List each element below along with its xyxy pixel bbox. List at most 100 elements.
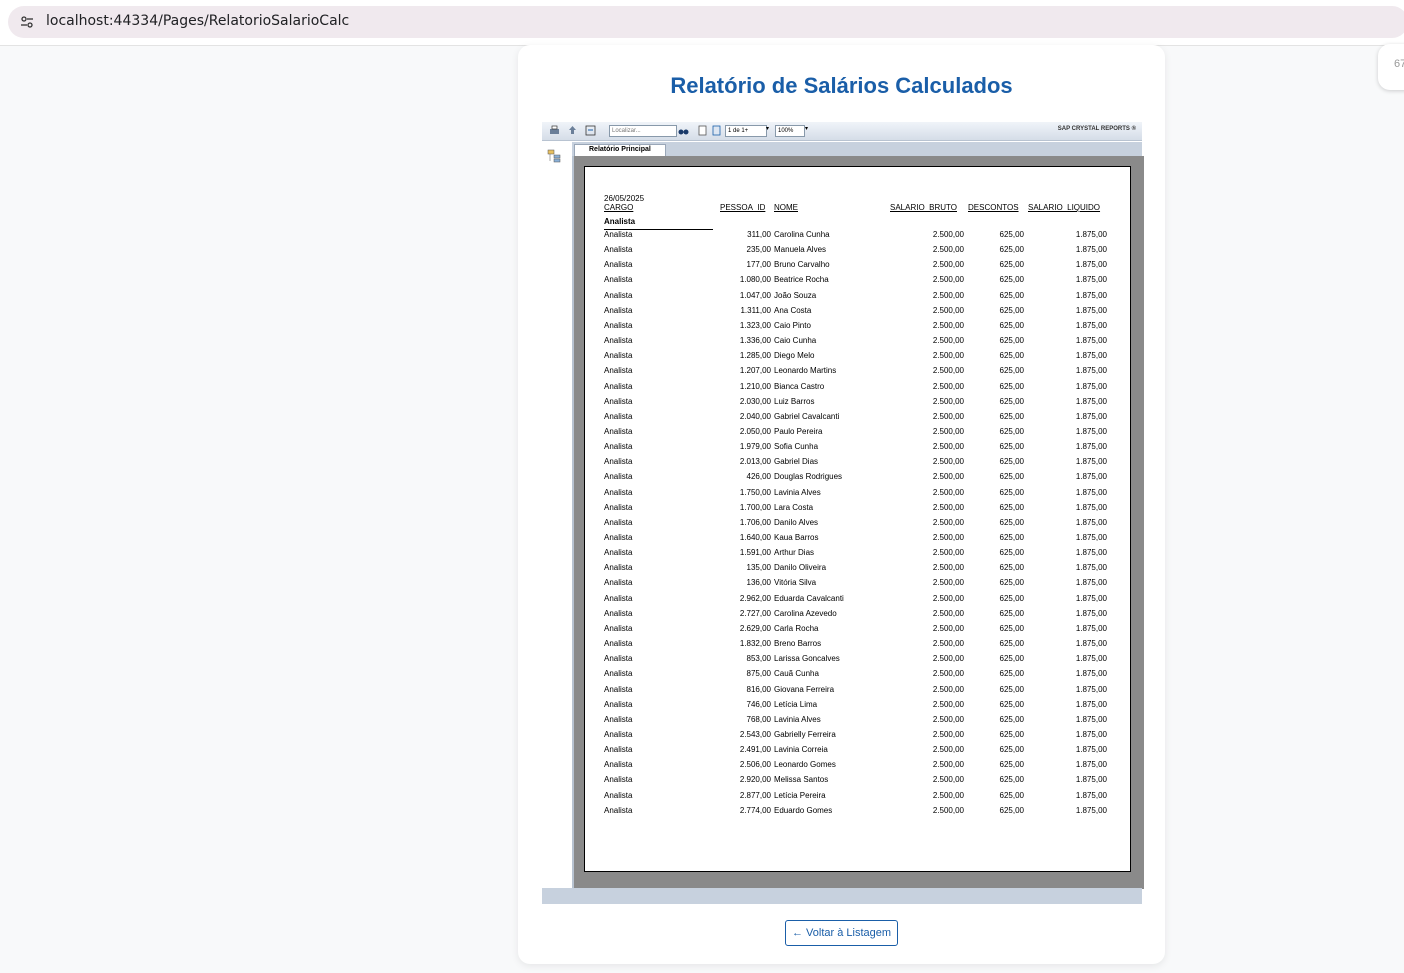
cell-cargo: Analista	[604, 472, 633, 482]
cell-salario-liquido: 1.875,00	[1075, 351, 1107, 361]
cell-pessoa-id: 1.323,00	[739, 320, 771, 330]
table-row: Analista 1.640,00 Kaua Barros 2.500,00 625,0…	[585, 533, 1130, 548]
url-text: localhost:44334/Pages/RelatorioSalarioCa…	[46, 13, 350, 29]
print-icon[interactable]	[548, 124, 561, 137]
cell-pessoa-id: 311,00	[747, 230, 771, 239]
cell-salario-liquido: 1.875,00	[1075, 593, 1107, 603]
table-row: Analista 177,00 Bruno Carvalho 2.500,00 625,…	[585, 260, 1130, 275]
cell-salario-bruto: 2.500,00	[932, 426, 964, 436]
table-row: Analista 875,00 Cauã Cunha 2.500,00 625,00 1.…	[585, 669, 1130, 684]
cell-cargo: Analista	[604, 745, 633, 755]
cell-salario-bruto: 2.500,00	[932, 290, 964, 300]
cell-salario-liquido: 1.875,00	[1075, 639, 1107, 649]
cell-salario-liquido: 1.875,00	[1075, 623, 1107, 633]
cell-descontos: 625,00	[999, 548, 1024, 558]
header-salario-liquido: SALARIO_LIQUIDO	[1028, 203, 1101, 212]
cell-cargo: Analista	[604, 729, 633, 739]
binoculars-icon[interactable]	[677, 124, 690, 137]
crystal-reports-brand: SAP CRYSTAL REPORTS ®	[1057, 126, 1136, 132]
side-panel-tab[interactable]: 67	[1378, 44, 1404, 90]
cell-salario-bruto: 2.500,00	[932, 320, 964, 330]
cell-nome: Leonardo Gomes	[774, 760, 836, 770]
cell-nome: Leonardo Martins	[774, 366, 837, 376]
cell-salario-liquido: 1.875,00	[1075, 608, 1107, 618]
cell-nome: Cauã Cunha	[774, 669, 819, 679]
cell-pessoa-id: 2.920,00	[739, 775, 771, 785]
cell-descontos: 625,00	[999, 426, 1024, 436]
cell-salario-bruto: 2.500,00	[932, 275, 964, 285]
cell-descontos: 625,00	[999, 517, 1024, 527]
header-descontos: DESCONTOS	[968, 203, 1019, 212]
cell-pessoa-id: 2.050,00	[739, 426, 771, 436]
cell-cargo: Analista	[604, 714, 633, 724]
cell-cargo: Analista	[604, 517, 633, 527]
cell-salario-bruto: 2.500,00	[932, 396, 964, 406]
zoom-dropdown-icon[interactable]: ▾	[805, 125, 808, 132]
cell-salario-liquido: 1.875,00	[1075, 714, 1107, 724]
cell-nome: Larissa Goncalves	[774, 654, 840, 664]
cell-pessoa-id: 768,00	[746, 714, 771, 724]
cell-nome: Gabriel Cavalcanti	[774, 411, 840, 421]
group-tree-pane	[542, 142, 572, 888]
cell-nome: Lavinia Correia	[774, 745, 828, 755]
cell-pessoa-id: 1.706,00	[739, 517, 771, 527]
cell-salario-liquido: 1.875,00	[1075, 563, 1107, 573]
page-dropdown-icon[interactable]: ▾	[766, 125, 769, 132]
cell-cargo: Analista	[604, 502, 633, 512]
tree-node-icon[interactable]	[547, 149, 561, 163]
cell-salario-liquido: 1.875,00	[1075, 805, 1107, 815]
cell-cargo: Analista	[604, 260, 633, 270]
cell-salario-bruto: 2.500,00	[932, 260, 964, 270]
cell-salario-bruto: 2.500,00	[932, 563, 964, 573]
cell-salario-liquido: 1.875,00	[1075, 760, 1107, 770]
cell-descontos: 625,00	[999, 411, 1024, 421]
cell-descontos: 625,00	[999, 457, 1024, 467]
cell-descontos: 625,00	[999, 245, 1024, 255]
table-row: Analista 853,00 Larissa Goncalves 2.500,00 6…	[585, 654, 1130, 669]
group-tree-icon[interactable]	[584, 124, 597, 137]
cell-pessoa-id: 1.750,00	[739, 487, 771, 497]
browser-address-bar: localhost:44334/Pages/RelatorioSalarioCa…	[0, 0, 1404, 46]
cell-descontos: 625,00	[999, 502, 1024, 512]
cell-cargo: Analista	[604, 578, 633, 588]
cell-salario-bruto: 2.500,00	[932, 593, 964, 603]
cell-descontos: 625,00	[999, 260, 1024, 270]
back-to-list-button[interactable]: ← Voltar à Listagem	[785, 920, 898, 946]
cell-pessoa-id: 2.543,00	[739, 729, 771, 739]
cell-pessoa-id: 853,00	[746, 654, 771, 664]
table-row: Analista 2.050,00 Paulo Pereira 2.500,00 625…	[585, 427, 1130, 442]
cell-pessoa-id: 1.207,00	[739, 366, 771, 376]
cell-salario-liquido: 1.875,00	[1075, 366, 1107, 376]
page-selector[interactable]: 1 de 1+	[725, 125, 767, 137]
cell-salario-bruto: 2.500,00	[932, 639, 964, 649]
table-row: Analista 1.210,00 Bianca Castro 2.500,00 625…	[585, 382, 1130, 397]
cell-salario-bruto: 2.500,00	[932, 745, 964, 755]
cell-salario-bruto: 2.500,00	[932, 623, 964, 633]
cell-nome: Melissa Santos	[774, 775, 829, 785]
next-page-icon[interactable]	[710, 124, 723, 137]
cell-pessoa-id: 1.210,00	[739, 381, 771, 391]
site-settings-icon[interactable]	[20, 15, 34, 29]
first-page-icon[interactable]	[696, 124, 709, 137]
cell-pessoa-id: 2.877,00	[739, 790, 771, 800]
cell-salario-bruto: 2.500,00	[932, 699, 964, 709]
cell-salario-bruto: 2.500,00	[932, 654, 964, 664]
export-icon[interactable]	[566, 124, 579, 137]
search-input[interactable]: Localizar...	[609, 125, 677, 137]
cell-cargo: Analista	[604, 442, 633, 452]
cell-salario-liquido: 1.875,00	[1075, 502, 1107, 512]
cell-salario-liquido: 1.875,00	[1075, 775, 1107, 785]
cell-salario-bruto: 2.500,00	[932, 472, 964, 482]
table-row: Analista 1.047,00 João Souza 2.500,00 625,00…	[585, 291, 1130, 306]
zoom-selector[interactable]: 100%	[775, 125, 805, 137]
cell-salario-liquido: 1.875,00	[1075, 729, 1107, 739]
cell-salario-liquido: 1.875,00	[1075, 442, 1107, 452]
cell-salario-liquido: 1.875,00	[1075, 533, 1107, 542]
cell-descontos: 625,00	[999, 351, 1024, 361]
cell-pessoa-id: 2.774,00	[739, 805, 771, 815]
table-row: Analista 1.832,00 Breno Barros 2.500,00 625,…	[585, 639, 1130, 654]
url-field[interactable]: localhost:44334/Pages/RelatorioSalarioCa…	[8, 6, 1404, 38]
cell-salario-liquido: 1.875,00	[1075, 411, 1107, 421]
cell-descontos: 625,00	[999, 639, 1024, 649]
cell-descontos: 625,00	[999, 396, 1024, 406]
